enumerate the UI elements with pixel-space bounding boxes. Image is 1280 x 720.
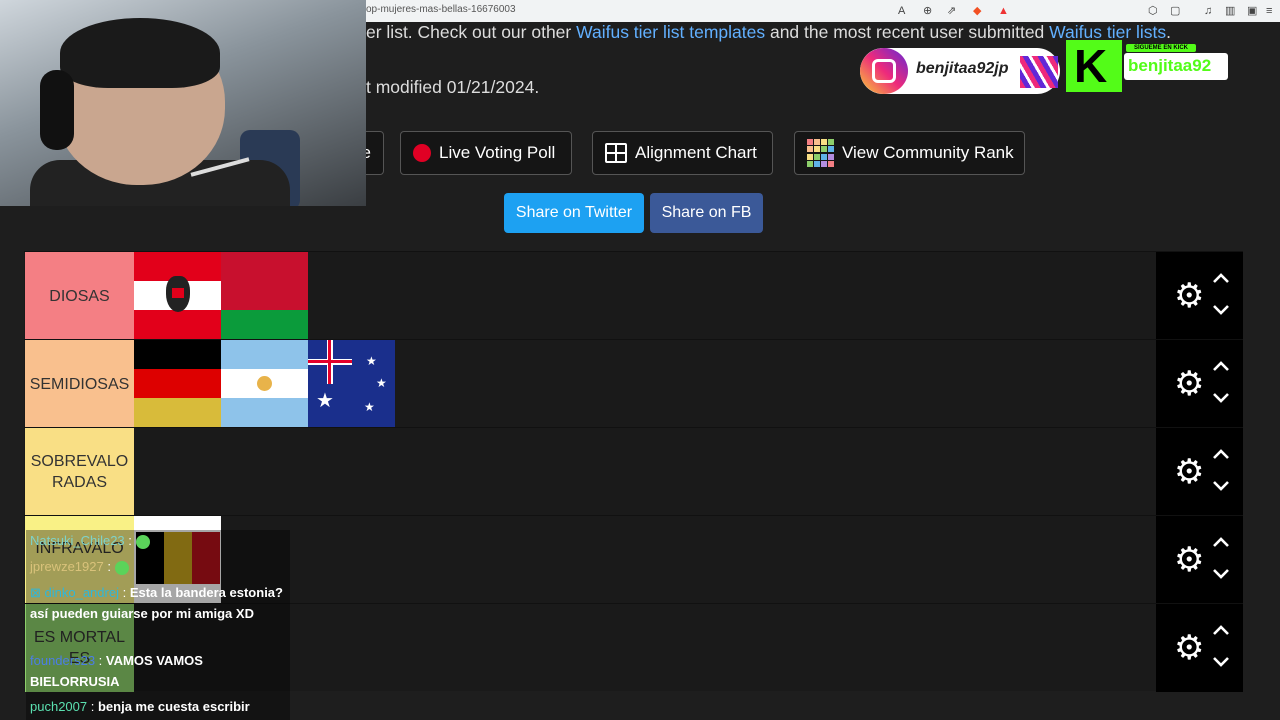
- brave-rewards-icon[interactable]: ▲: [998, 3, 1009, 19]
- settings-gear-icon[interactable]: ⚙: [1174, 455, 1204, 489]
- tier-controls: ⚙: [1156, 516, 1243, 604]
- kick-follow-label: SÍGUEME EN KICK: [1126, 44, 1196, 52]
- move-down-icon[interactable]: [1212, 302, 1230, 320]
- tier-row-diosas: DIOSAS ⚙: [24, 251, 1243, 340]
- community-rank-icon: [807, 139, 834, 167]
- move-down-icon[interactable]: [1212, 390, 1230, 408]
- description-period: .: [1166, 22, 1172, 42]
- share-icon[interactable]: ⇗: [947, 3, 956, 19]
- share-twitter-button[interactable]: Share on Twitter: [504, 193, 644, 233]
- emote-icon: [135, 534, 150, 549]
- argentina-flag[interactable]: [221, 340, 308, 427]
- kick-k-icon: K: [1074, 40, 1108, 92]
- tier-label[interactable]: DIOSAS: [25, 252, 134, 340]
- webcam-overlay: [0, 0, 366, 206]
- chat-username: dinko_andrej: [44, 585, 119, 600]
- settings-gear-icon[interactable]: ⚙: [1174, 631, 1204, 665]
- move-up-icon[interactable]: [1212, 446, 1230, 464]
- chat-username: founders23: [30, 653, 96, 668]
- tier-label[interactable]: SOBREVALORADAS: [25, 428, 134, 516]
- emote-icon: [114, 560, 129, 575]
- kick-logo-icon: K: [1066, 40, 1122, 92]
- instagram-handle: benjitaa92jp: [916, 60, 1009, 77]
- media-icon[interactable]: ♫: [1204, 3, 1212, 19]
- chat-message: ⊠ dinko_andrej : Esta la bandera estonia…: [30, 585, 283, 621]
- live-voting-poll-button[interactable]: Live Voting Poll: [400, 131, 572, 175]
- move-up-icon[interactable]: [1212, 534, 1230, 552]
- germany-flag[interactable]: [134, 340, 221, 427]
- menu-icon[interactable]: ≡: [1266, 3, 1272, 19]
- stream-chat: Natsuki_Chile23 : jprewze1927 : ⊠ dinko_…: [26, 530, 290, 720]
- templates-link[interactable]: Waifus tier list templates: [576, 22, 765, 42]
- webcam-hair: [60, 18, 220, 88]
- chat-text: benja me cuesta escribir: [97, 699, 250, 714]
- instagram-badge: benjitaa92jp: [860, 48, 1060, 94]
- headphones-icon: [40, 70, 74, 150]
- grid-icon: [605, 143, 627, 163]
- settings-gear-icon[interactable]: ⚙: [1174, 543, 1204, 577]
- australia-flag[interactable]: ★ ★ ★ ★: [308, 340, 395, 427]
- user-tier-lists-link[interactable]: Waifus tier lists: [1049, 22, 1166, 42]
- chat-message: Natsuki_Chile23 :: [26, 530, 290, 551]
- austria-flag[interactable]: [134, 252, 221, 339]
- brave-shield-icon[interactable]: ◆: [973, 3, 981, 19]
- record-dot-icon: [413, 144, 431, 162]
- community-rank-label: View Community Rank: [842, 143, 1014, 162]
- chat-message: founders23 : VAMOS VAMOS BIELORRUSIA: [30, 653, 203, 689]
- tier-label[interactable]: SEMIDIOSAS: [25, 340, 134, 428]
- translate-icon[interactable]: A: [898, 3, 905, 19]
- wallet-icon[interactable]: ▣: [1247, 3, 1257, 19]
- move-down-icon[interactable]: [1212, 566, 1230, 584]
- live-voting-label: Live Voting Poll: [439, 143, 556, 162]
- view-community-rank-button[interactable]: View Community Rank: [794, 131, 1025, 175]
- move-up-icon[interactable]: [1212, 622, 1230, 640]
- chat-badge-icon: ⊠: [30, 585, 45, 600]
- extensions-icon[interactable]: ⬡: [1148, 3, 1158, 19]
- chat-message: puch2007 : benja me cuesta escribir: [30, 699, 250, 714]
- zoom-icon[interactable]: ⊕: [923, 3, 932, 19]
- description-text-middle: and the most recent user submitted: [765, 22, 1050, 42]
- kick-handle: benjitaa92: [1124, 53, 1228, 80]
- sidebar-icon[interactable]: ▥: [1225, 3, 1235, 19]
- alignment-chart-label: Alignment Chart: [635, 143, 757, 162]
- settings-gear-icon[interactable]: ⚙: [1174, 279, 1204, 313]
- move-up-icon[interactable]: [1212, 270, 1230, 288]
- tier-controls: ⚙: [1156, 340, 1243, 428]
- instagram-icon: [860, 48, 908, 94]
- move-down-icon[interactable]: [1212, 478, 1230, 496]
- page-description: er list. Check out our other Waifus tier…: [366, 22, 1171, 43]
- chat-username: Natsuki_Chile23: [30, 533, 125, 548]
- tier-controls: ⚙: [1156, 252, 1243, 340]
- alignment-chart-button[interactable]: Alignment Chart: [592, 131, 773, 175]
- address-bar[interactable]: op-mujeres-mas-bellas-16676003: [366, 4, 516, 15]
- chat-username: jprewze1927: [30, 559, 104, 574]
- chat-message: jprewze1927 :: [26, 556, 290, 577]
- tier-row-sobrevaloradas: SOBREVALORADAS ⚙: [24, 427, 1243, 516]
- move-up-icon[interactable]: [1212, 358, 1230, 376]
- chat-username: puch2007: [30, 699, 88, 714]
- description-text: er list. Check out our other: [366, 22, 577, 42]
- tier-controls: ⚙: [1156, 604, 1243, 692]
- tier-controls: ⚙: [1156, 428, 1243, 516]
- last-modified: t modified 01/21/2024.: [366, 77, 540, 97]
- instagram-stripes: [1020, 56, 1058, 88]
- move-down-icon[interactable]: [1212, 654, 1230, 672]
- tab-icon[interactable]: ▢: [1170, 3, 1180, 19]
- madagascar-flag[interactable]: [221, 252, 308, 339]
- share-fb-button[interactable]: Share on FB: [650, 193, 763, 233]
- tier-row-semidiosas: SEMIDIOSAS ★ ★ ★ ★ ⚙: [24, 339, 1243, 428]
- settings-gear-icon[interactable]: ⚙: [1174, 367, 1204, 401]
